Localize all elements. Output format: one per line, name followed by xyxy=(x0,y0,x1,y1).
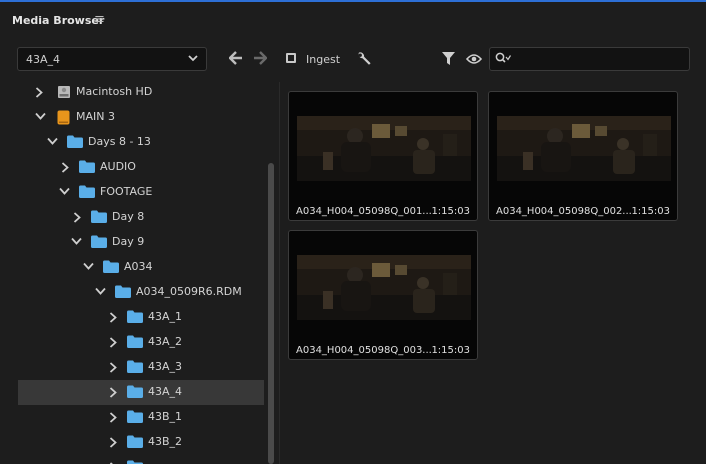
tree-item-label: MAIN 3 xyxy=(76,110,115,123)
chevron-down-icon[interactable] xyxy=(35,112,46,120)
clip-thumbnail-card[interactable]: A034_H004_05098Q_001... 1:15:03 xyxy=(288,91,478,221)
chevron-down-icon xyxy=(188,55,198,62)
tree-item-label: 43B_1 xyxy=(148,410,183,423)
tree-item-label: FOOTAGE xyxy=(100,185,153,198)
folder-icon xyxy=(91,210,107,223)
folder-icon xyxy=(127,335,143,348)
folder-icon xyxy=(79,185,95,198)
ingest-label: Ingest xyxy=(306,53,341,66)
tree-item-43b-2[interactable]: 43B_2 xyxy=(18,430,264,455)
folder-icon xyxy=(127,460,143,464)
tree-item-macintosh-hd[interactable]: Macintosh HD xyxy=(18,82,264,105)
search-box[interactable] xyxy=(489,47,690,71)
tree-item-label: 43B_2 xyxy=(148,435,183,448)
folder-icon xyxy=(103,260,119,273)
tree-item-43a-1[interactable]: 43A_1 xyxy=(18,305,264,330)
folder-icon xyxy=(115,285,131,298)
tree-item-day-9[interactable]: Day 9 xyxy=(18,230,264,255)
forward-arrow-icon[interactable] xyxy=(253,51,267,65)
chevron-right-icon[interactable] xyxy=(109,437,117,448)
tree-item-label: 43A_4 xyxy=(148,385,183,398)
chevron-right-icon[interactable] xyxy=(109,412,117,423)
folder-icon xyxy=(127,310,143,323)
tree-item-partial[interactable] xyxy=(18,455,264,464)
eye-icon[interactable] xyxy=(466,53,482,65)
hamburger-menu-icon[interactable]: ≡ xyxy=(94,12,105,27)
panel-title: Media Browser xyxy=(12,14,105,27)
clip-duration: 1:15:03 xyxy=(431,345,470,356)
clip-thumbnail-image xyxy=(497,116,671,181)
chevron-down-icon[interactable] xyxy=(83,262,94,270)
tree-item-label: Day 9 xyxy=(112,235,145,248)
chevron-right-icon[interactable] xyxy=(35,87,43,98)
search-icon xyxy=(495,52,512,63)
tree-item-footage[interactable]: FOOTAGE xyxy=(18,180,264,205)
tree-item-label: A034_0509R6.RDM xyxy=(136,285,242,298)
panel-header: Media Browser ≡ xyxy=(0,0,706,40)
tree-item-43a-2[interactable]: 43A_2 xyxy=(18,330,264,355)
tree-item-label: 43A_3 xyxy=(148,360,183,373)
hard-drive-icon xyxy=(58,86,70,98)
chevron-right-icon[interactable] xyxy=(109,387,117,398)
chevron-right-icon[interactable] xyxy=(61,162,69,173)
chevron-right-icon[interactable] xyxy=(109,337,117,348)
tree-item-43a-4[interactable]: 43A_4 xyxy=(18,380,264,405)
clip-name: A034_H004_05098Q_001... xyxy=(296,206,432,217)
folder-icon xyxy=(79,160,95,173)
clip-name: A034_H004_05098Q_003... xyxy=(296,345,432,356)
folder-tree: Macintosh HD MAIN 3 Days 8 - 13 AUDIO FO… xyxy=(0,82,279,464)
folder-icon xyxy=(91,235,107,248)
clip-thumbnail-card[interactable]: A034_H004_05098Q_002... 1:15:03 xyxy=(488,91,678,221)
clip-thumbnail-card[interactable]: A034_H004_05098Q_003... 1:15:03 xyxy=(288,230,478,360)
tree-item-days-8-13[interactable]: Days 8 - 13 xyxy=(18,130,264,155)
folder-icon xyxy=(127,385,143,398)
wrench-icon[interactable] xyxy=(356,51,372,67)
chevron-down-icon[interactable] xyxy=(71,237,82,245)
clip-duration: 1:15:03 xyxy=(431,206,470,217)
tree-item-label: A034 xyxy=(124,260,153,273)
back-arrow-icon[interactable] xyxy=(229,51,243,65)
tree-scrollbar-thumb[interactable] xyxy=(268,163,274,464)
folder-icon xyxy=(67,135,83,148)
tree-item-day-8[interactable]: Day 8 xyxy=(18,205,264,230)
tree-item-label: Days 8 - 13 xyxy=(88,135,151,148)
tree-item-label: Day 8 xyxy=(112,210,145,223)
tree-item-43b-1[interactable]: 43B_1 xyxy=(18,405,264,430)
folder-icon xyxy=(127,435,143,448)
tree-item-label: 43A_1 xyxy=(148,310,183,323)
ingest-checkbox[interactable] xyxy=(286,53,296,63)
location-dropdown-value: 43A_4 xyxy=(26,53,61,66)
clip-thumbnail-image xyxy=(297,255,471,320)
chevron-down-icon[interactable] xyxy=(95,287,106,295)
chevron-right-icon[interactable] xyxy=(73,212,81,223)
tree-item-a034-rdm[interactable]: A034_0509R6.RDM xyxy=(18,280,264,305)
chevron-right-icon[interactable] xyxy=(109,362,117,373)
clip-duration: 1:15:03 xyxy=(631,206,670,217)
filter-icon[interactable] xyxy=(442,52,455,66)
folder-icon xyxy=(127,360,143,373)
chevron-down-icon[interactable] xyxy=(59,187,70,195)
tree-item-audio[interactable]: AUDIO xyxy=(18,155,264,180)
tree-item-label: 43A_2 xyxy=(148,335,183,348)
media-grid: A034_H004_05098Q_001... 1:15:03 A034_H00… xyxy=(280,82,706,464)
tree-item-43a-3[interactable]: 43A_3 xyxy=(18,355,264,380)
search-input[interactable] xyxy=(514,51,688,69)
tree-item-label: AUDIO xyxy=(100,160,136,173)
chevron-right-icon[interactable] xyxy=(109,312,117,323)
clip-thumbnail-image xyxy=(297,116,471,181)
tree-item-label: Macintosh HD xyxy=(76,85,153,98)
folder-icon xyxy=(127,410,143,423)
tree-item-main-3[interactable]: MAIN 3 xyxy=(18,105,264,130)
tree-item-a034[interactable]: A034 xyxy=(18,255,264,280)
clip-name: A034_H004_05098Q_002... xyxy=(496,206,632,217)
location-dropdown[interactable]: 43A_4 xyxy=(17,47,207,71)
chevron-down-icon[interactable] xyxy=(47,137,58,145)
external-drive-icon xyxy=(57,110,70,125)
